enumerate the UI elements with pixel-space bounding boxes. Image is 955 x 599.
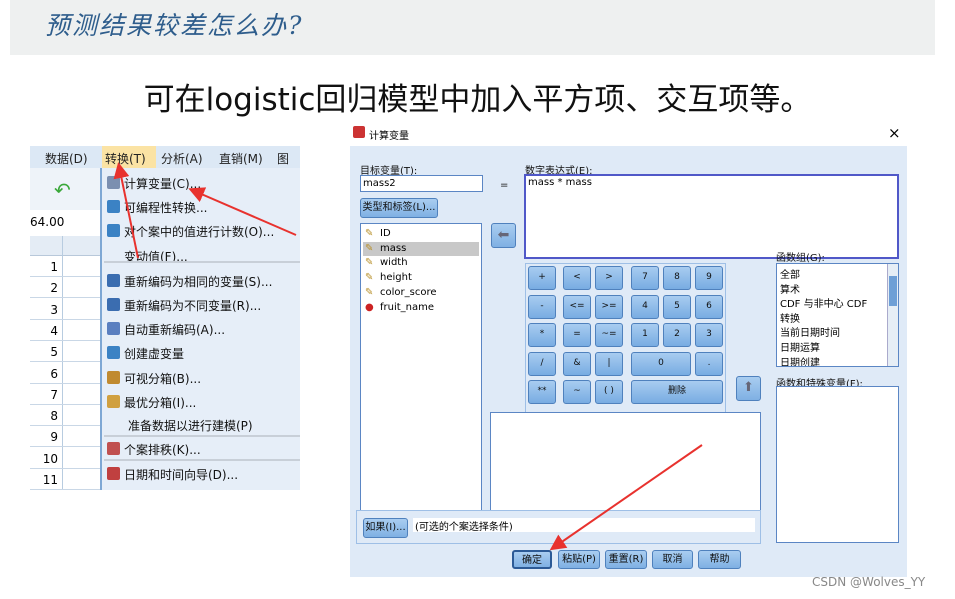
- red-arrow-ok: [549, 444, 703, 551]
- watermark: CSDN @Wolves_YY: [812, 575, 926, 589]
- annotation-arrows: [113, 162, 703, 551]
- red-arrow-menu: [113, 162, 139, 259]
- red-arrow-compute: [188, 187, 297, 236]
